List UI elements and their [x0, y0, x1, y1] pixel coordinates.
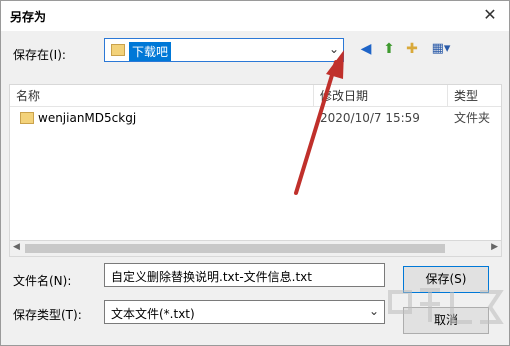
annotation-arrow	[294, 50, 344, 195]
